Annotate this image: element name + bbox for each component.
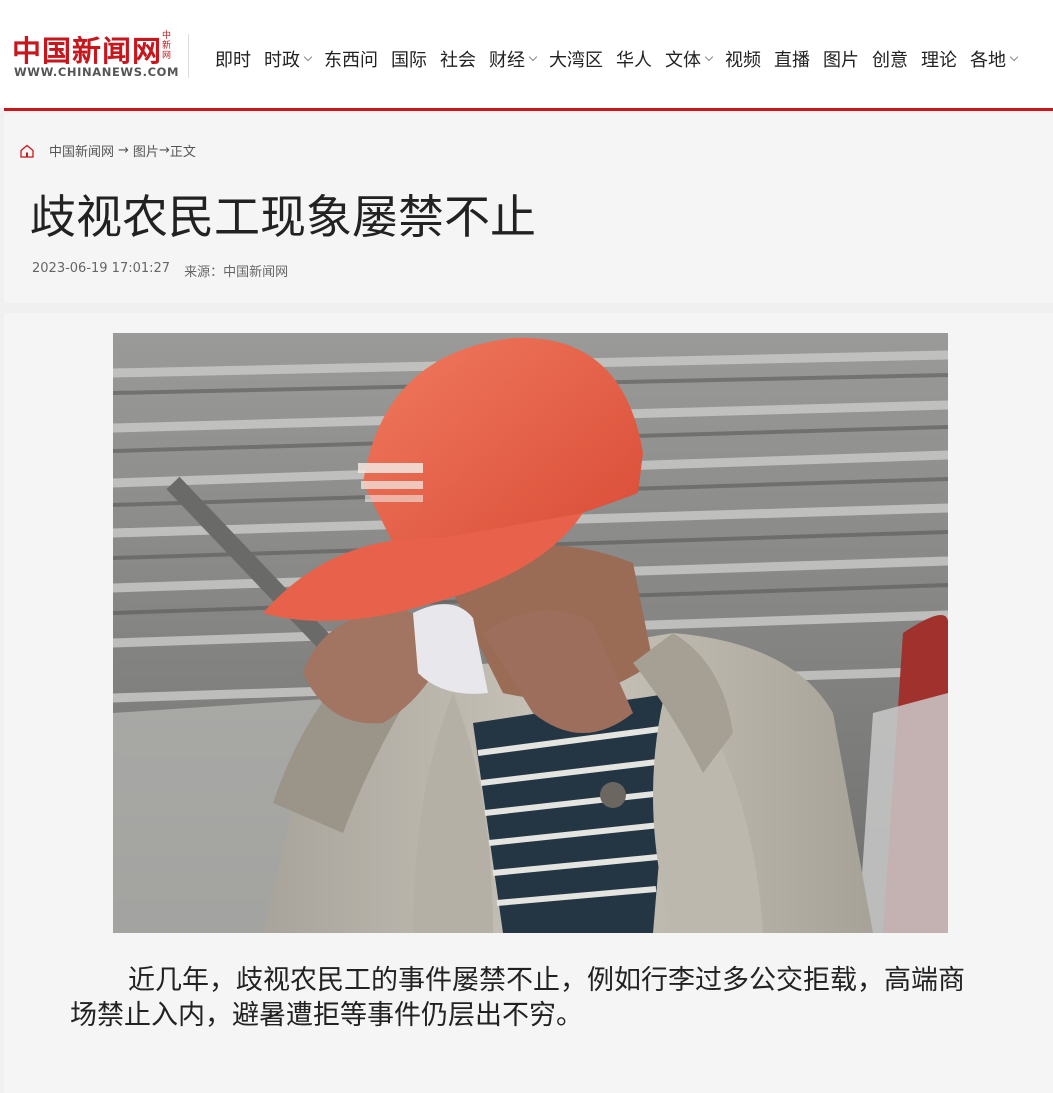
nav-item-label: 华人 <box>616 50 652 71</box>
nav-item-label: 创意 <box>872 50 908 71</box>
source-name: 中国新闻网 <box>223 265 289 280</box>
home-icon[interactable] <box>19 143 35 159</box>
nav-item-label: 社会 <box>440 50 476 71</box>
nav-item[interactable]: 财经 <box>489 46 538 72</box>
nav-item-label: 视频 <box>725 50 761 71</box>
article-header: 中国新闻网 → 图片 → 正文 歧视农民工现象屡禁不止 2023-06-19 1… <box>4 113 1053 303</box>
nav-item[interactable]: 理论 <box>921 46 957 72</box>
nav-item[interactable]: 文体 <box>665 46 714 72</box>
article-title: 歧视农民工现象屡禁不止 <box>30 190 536 244</box>
nav-item-label: 国际 <box>391 50 427 71</box>
nav-item-label: 即时 <box>215 50 251 71</box>
nav-item[interactable]: 图片 <box>823 46 859 72</box>
breadcrumb-section-link[interactable]: 图片 <box>133 141 159 160</box>
breadcrumb: 中国新闻网 → 图片 → 正文 <box>19 141 196 160</box>
logo-domain-text: WWW.CHINANEWS.COM <box>14 65 180 79</box>
article-caption: 近几年，歧视农民工的事件屡禁不止，例如行李过多公交拒载，高端商场禁止入内，避暑遭… <box>70 965 965 1031</box>
nav-item[interactable]: 时政 <box>264 46 313 72</box>
logo-small-text: 中新网 <box>162 31 172 61</box>
nav-item[interactable]: 东西问 <box>324 46 378 72</box>
nav-item-label: 直播 <box>774 50 810 71</box>
nav-item-label: 图片 <box>823 50 859 71</box>
nav-item[interactable]: 大湾区 <box>549 46 603 72</box>
worker-photo-illustration <box>113 333 948 933</box>
nav-item-label: 各地 <box>970 50 1006 71</box>
main-nav: 即时 时政 东西问 国际 社会 财经 大湾区 华人 文体 视频 直播 图片 创意 理论 各地 <box>215 44 1030 74</box>
nav-item[interactable]: 各地 <box>970 46 1019 72</box>
breadcrumb-arrow: → <box>158 143 170 158</box>
nav-item-label: 东西问 <box>324 50 378 71</box>
site-logo[interactable]: 中国新闻网 中新网 WWW.CHINANEWS.COM <box>12 28 180 84</box>
article-photo <box>113 333 948 933</box>
chevron-down-icon <box>1009 52 1019 62</box>
breadcrumb-home-link[interactable]: 中国新闻网 <box>49 141 114 160</box>
nav-item-label: 文体 <box>665 50 701 71</box>
logo-divider <box>188 34 189 78</box>
nav-item[interactable]: 创意 <box>872 46 908 72</box>
nav-item[interactable]: 直播 <box>774 46 810 72</box>
chevron-down-icon <box>704 52 714 62</box>
source-label: 来源： <box>184 265 224 280</box>
nav-item[interactable]: 视频 <box>725 46 761 72</box>
article-content: 近几年，歧视农民工的事件屡禁不止，例如行李过多公交拒载，高端商场禁止入内，避暑遭… <box>4 313 1053 1093</box>
site-header: 中国新闻网 中新网 WWW.CHINANEWS.COM 即时 时政 东西问 国际 社会财… <box>0 0 1053 108</box>
nav-item-label: 财经 <box>489 50 525 71</box>
chevron-down-icon <box>303 52 313 62</box>
breadcrumb-current: 正文 <box>169 145 196 160</box>
logo-chinese-text: 中国新闻网 <box>12 34 163 68</box>
nav-item-label: 大湾区 <box>549 50 603 71</box>
nav-item[interactable]: 华人 <box>616 46 652 72</box>
nav-item[interactable]: 即时 <box>215 46 251 72</box>
nav-item-label: 时政 <box>264 50 300 71</box>
nav-item[interactable]: 社会 <box>440 46 476 72</box>
publish-datetime: 2023-06-19 17:01:27 <box>32 261 171 276</box>
nav-item[interactable]: 国际 <box>391 46 427 72</box>
article-meta: 2023-06-19 17:01:27 来源： 中国新闻网 <box>32 261 288 280</box>
breadcrumb-arrow: → <box>118 143 129 158</box>
header-red-rule <box>4 108 1053 111</box>
chevron-down-icon <box>528 52 538 62</box>
nav-item-label: 理论 <box>921 50 957 71</box>
